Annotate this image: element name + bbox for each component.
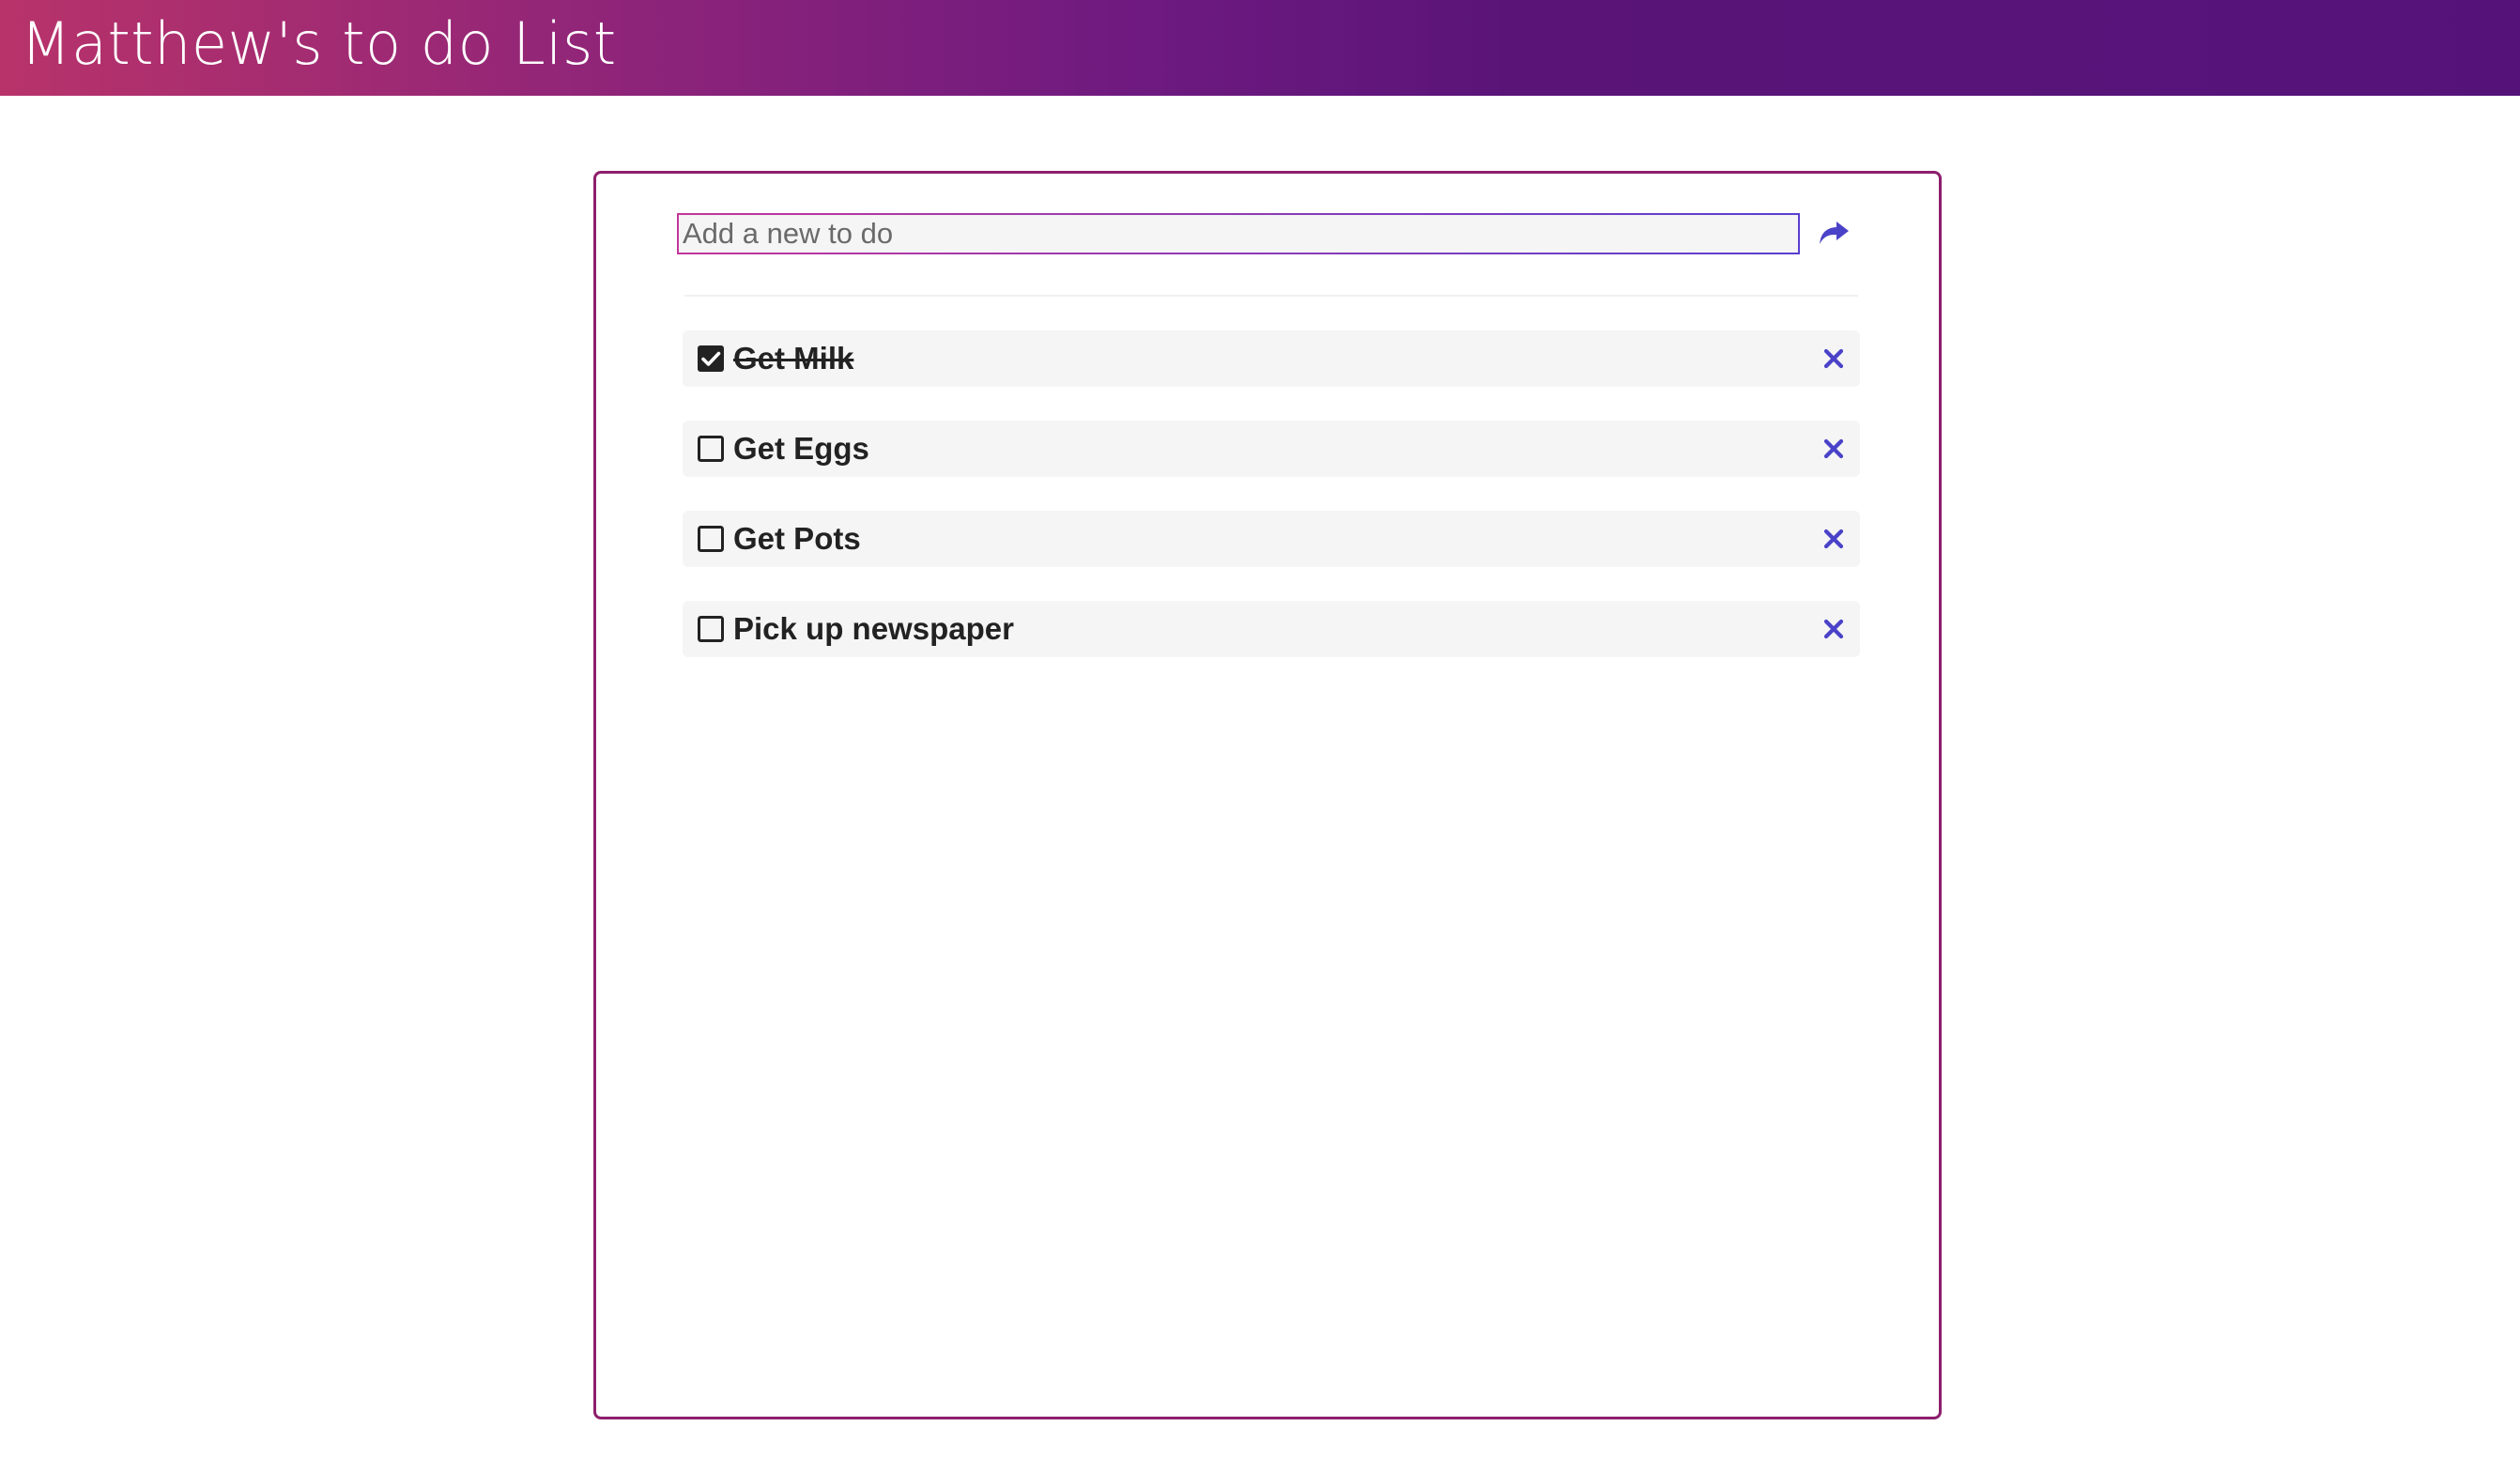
- page-title: Matthew's to do List: [21, 9, 617, 78]
- checked-box-icon: [698, 345, 724, 372]
- todo-checkbox[interactable]: [698, 345, 724, 372]
- todo-item: Get Eggs: [683, 421, 1860, 477]
- todo-checkbox[interactable]: [698, 436, 724, 462]
- todo-checkbox[interactable]: [698, 616, 724, 642]
- delete-todo-button[interactable]: [1819, 434, 1849, 464]
- todo-item: Get Milk: [683, 330, 1860, 387]
- close-icon: [1823, 529, 1844, 549]
- delete-todo-button[interactable]: [1819, 344, 1849, 374]
- todo-item: Get Pots: [683, 511, 1860, 567]
- new-todo-input[interactable]: [677, 213, 1800, 254]
- close-icon: [1823, 619, 1844, 639]
- todo-list: Get Milk Get Eggs Get Pots Pick up newsp…: [683, 330, 1860, 691]
- todo-label: Get Eggs: [733, 431, 869, 466]
- add-todo-button[interactable]: [1813, 213, 1854, 254]
- empty-box-icon: [698, 436, 724, 462]
- todo-checkbox[interactable]: [698, 526, 724, 552]
- empty-box-icon: [698, 526, 724, 552]
- close-icon: [1823, 438, 1844, 459]
- divider: [684, 295, 1858, 297]
- todo-label: Pick up newspaper: [733, 611, 1014, 646]
- todo-label: Get Milk: [733, 341, 854, 376]
- app-header: Matthew's to do List: [0, 0, 2520, 96]
- share-arrow-icon: [1820, 222, 1849, 244]
- empty-box-icon: [698, 616, 724, 642]
- close-icon: [1823, 348, 1844, 369]
- todo-label: Get Pots: [733, 521, 861, 556]
- todo-item: Pick up newspaper: [683, 601, 1860, 657]
- todo-card: Get Milk Get Eggs: [593, 171, 1942, 1419]
- delete-todo-button[interactable]: [1819, 614, 1849, 644]
- delete-todo-button[interactable]: [1819, 524, 1849, 554]
